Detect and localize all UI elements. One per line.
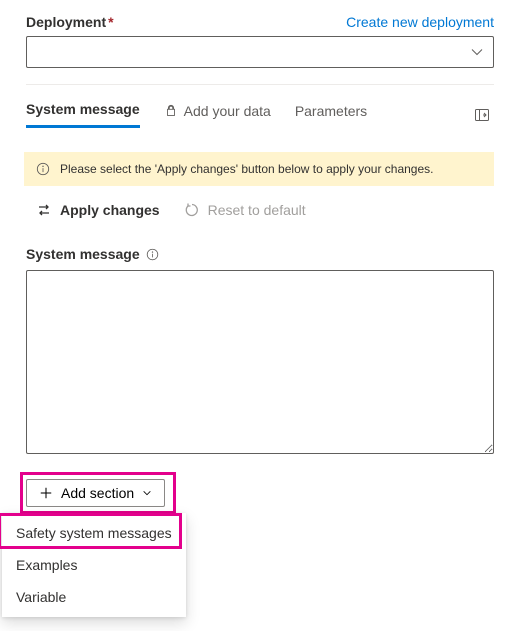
deployment-select[interactable] [26, 36, 494, 68]
swap-icon [36, 202, 52, 218]
reset-to-default-button: Reset to default [184, 202, 306, 218]
system-message-label: System message [26, 246, 494, 262]
required-asterisk: * [108, 14, 113, 30]
apply-changes-notice: Please select the 'Apply changes' button… [24, 152, 494, 186]
add-section-menu: Safety system messages Examples Variable [2, 513, 186, 617]
system-message-textarea[interactable] [26, 270, 494, 454]
create-deployment-link[interactable]: Create new deployment [346, 14, 494, 30]
menu-item-variable[interactable]: Variable [2, 581, 186, 613]
chevron-down-icon [142, 488, 152, 498]
plus-icon [39, 486, 53, 500]
menu-item-safety[interactable]: Safety system messages [2, 517, 186, 549]
actions-row: Apply changes Reset to default [26, 202, 494, 218]
collapse-panel-button[interactable] [470, 103, 494, 127]
chevron-down-icon [471, 46, 483, 58]
add-section-button[interactable]: Add section [26, 479, 165, 507]
apply-changes-button[interactable]: Apply changes [36, 202, 160, 218]
lock-icon [164, 104, 178, 118]
reset-icon [184, 202, 200, 218]
menu-item-examples[interactable]: Examples [2, 549, 186, 581]
tabs: System message Add your data Parameters [26, 101, 494, 128]
tab-parameters[interactable]: Parameters [295, 103, 367, 127]
divider [26, 84, 494, 85]
tab-add-your-data[interactable]: Add your data [164, 103, 271, 127]
deployment-label: Deployment* [26, 14, 114, 30]
info-icon [146, 248, 159, 261]
tab-system-message[interactable]: System message [26, 101, 140, 128]
info-icon [36, 162, 50, 176]
